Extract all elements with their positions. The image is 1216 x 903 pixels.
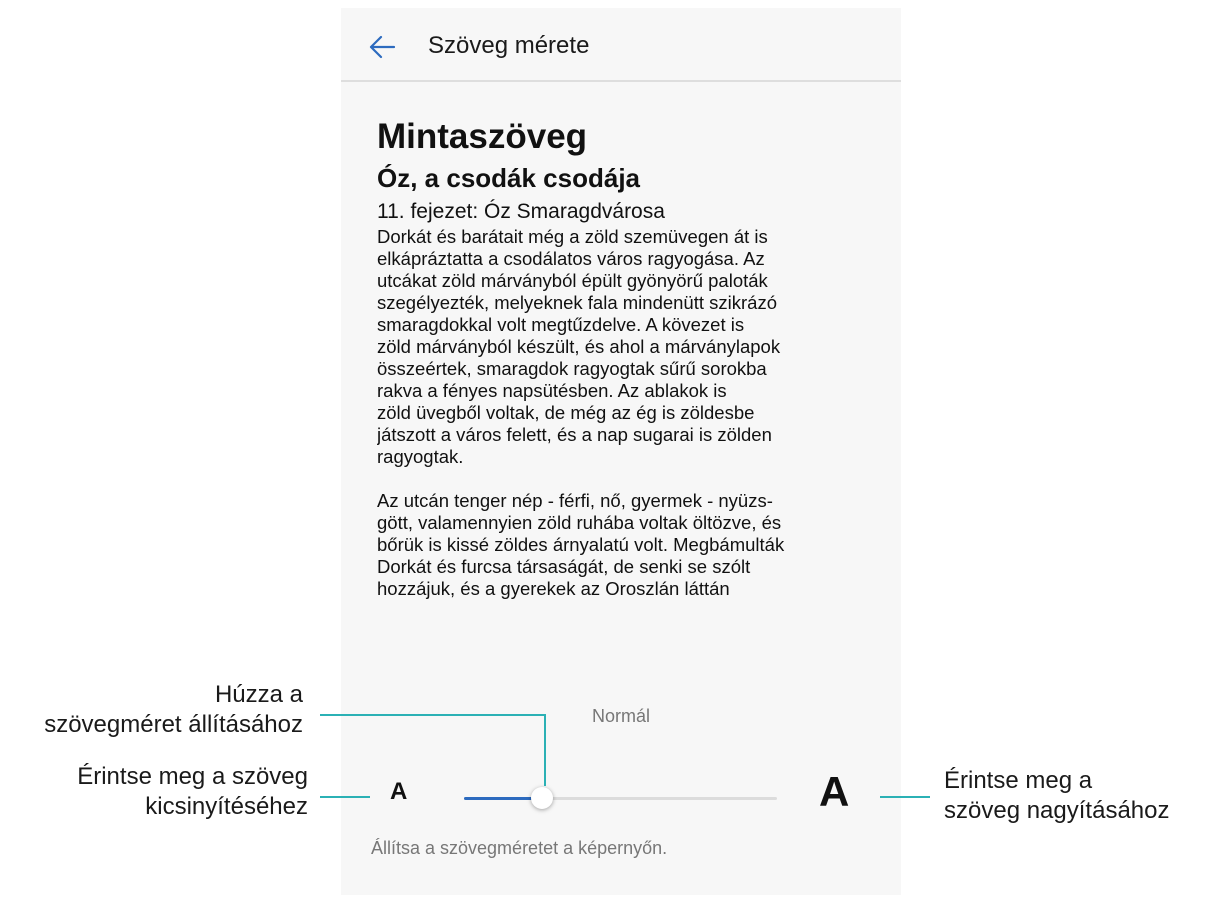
text-size-slider[interactable] — [464, 787, 777, 809]
page-title: Szöveg mérete — [428, 32, 590, 59]
phone-screen: Szöveg mérete Mintaszöveg Óz, a csodák c… — [341, 8, 901, 895]
shrink-callout-line — [320, 796, 370, 798]
enlarge-callout-label: Érintse meg a szöveg nagyításához — [944, 767, 1170, 824]
chapter-title: 11. fejezet: Óz Smaragdvárosa — [377, 200, 665, 223]
sample-paragraph: Dorkát és barátait még a zöld szemüvegen… — [377, 226, 781, 467]
shrink-callout-label: Érintse meg a szöveg kicsinyítéséhez — [77, 763, 308, 820]
drag-callout-line — [544, 714, 546, 786]
drag-callout-line — [320, 714, 546, 716]
text-size-label: Normál — [591, 706, 650, 726]
sample-paragraph: Az utcán tenger nép - férfi, nő, gyermek… — [377, 490, 785, 599]
hint-text: Állítsa a szövegméretet a képernyőn. — [371, 838, 668, 858]
slider-thumb[interactable] — [531, 787, 553, 809]
decrease-text-size-button[interactable]: A — [390, 778, 407, 806]
sample-text-preview: Mintaszöveg Óz, a csodák csodája 11. fej… — [377, 116, 887, 659]
app-bar: Szöveg mérete — [341, 8, 901, 82]
enlarge-callout-line — [880, 796, 930, 798]
increase-text-size-button[interactable]: A — [819, 768, 849, 816]
book-title: Óz, a csodák csodája — [377, 163, 641, 193]
arrow-left-icon[interactable] — [367, 32, 397, 62]
drag-callout-label: Húzza a szövegméret állításához — [44, 681, 303, 738]
sample-heading: Mintaszöveg — [377, 117, 588, 156]
appbar-divider — [341, 80, 901, 82]
